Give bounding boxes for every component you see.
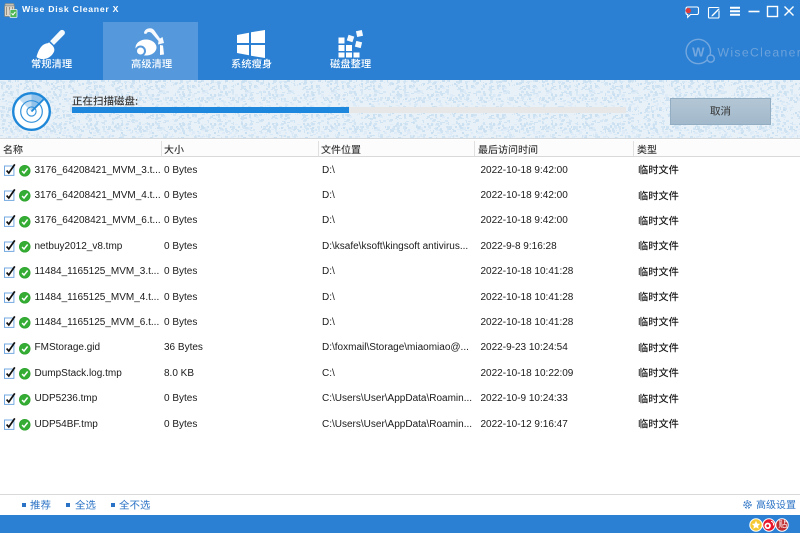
svg-text:W: W [692, 45, 705, 60]
svg-text:WiseCleaner: WiseCleaner [718, 46, 800, 60]
